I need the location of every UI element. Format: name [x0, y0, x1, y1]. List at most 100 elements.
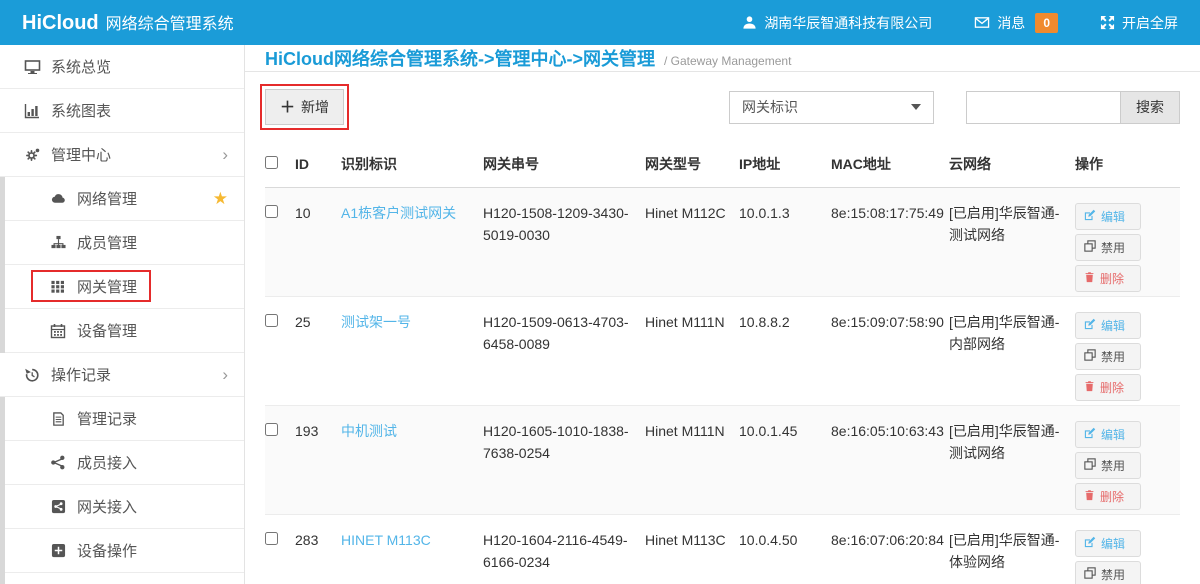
sidebar-item-label: 设备操作: [77, 540, 137, 561]
topbar-right: 湖南华辰智通科技有限公司 消息 0 开启全屏: [742, 13, 1178, 33]
cell-serial: H120-1604-2116-4549-6166-0234: [483, 515, 645, 584]
company-menu[interactable]: 湖南华辰智通科技有限公司: [742, 13, 932, 33]
cell-mac: 8e:16:07:06:20:84: [831, 515, 949, 584]
sidebar-item-system-overview[interactable]: 系统总览: [0, 45, 244, 89]
sitemap-icon: [48, 235, 68, 250]
sidebar-item-gateway-access[interactable]: 网关接入: [5, 485, 244, 529]
brand-name: HiCloud: [22, 12, 99, 35]
breadcrumb-path: HiCloud网络综合管理系统->管理中心->网关管理: [265, 45, 655, 71]
gateway-name-link[interactable]: A1栋客户测试网关: [341, 205, 456, 221]
search-input[interactable]: [966, 91, 1121, 124]
sidebar-item-admin-center[interactable]: 管理中心 ›: [0, 133, 244, 177]
cell-ip: 10.8.8.2: [739, 297, 831, 406]
fullscreen-icon: [1100, 15, 1115, 30]
disable-button[interactable]: 禁用: [1075, 234, 1141, 261]
search-button[interactable]: 搜索: [1120, 91, 1180, 124]
share-square-icon: [48, 499, 68, 514]
table-header-row: ID 识别标识 网关串号 网关型号 IP地址 MAC地址 云网络 操作: [265, 141, 1180, 188]
gateway-name-link[interactable]: HINET M113C: [341, 532, 431, 548]
clone-icon: [1084, 349, 1096, 364]
edit-button-label: 编辑: [1101, 535, 1125, 552]
edit-button-label: 编辑: [1101, 208, 1125, 225]
row-checkbox[interactable]: [265, 205, 278, 218]
row-checkbox[interactable]: [265, 532, 278, 545]
gateway-table-body: 10 A1栋客户测试网关 H120-1508-1209-3430-5019-00…: [265, 188, 1180, 584]
column-header-actions: 操作: [1075, 141, 1180, 188]
search-group: 搜索: [966, 91, 1180, 124]
share-icon: [48, 455, 68, 470]
cell-mac: 8e:15:09:07:58:90: [831, 297, 949, 406]
edit-icon: [1084, 318, 1096, 333]
sidebar-item-system-charts[interactable]: 系统图表: [0, 89, 244, 133]
sidebar-item-network-mgmt[interactable]: 网络管理 ★: [5, 177, 244, 221]
sidebar-item-member-mgmt[interactable]: 成员管理: [5, 221, 244, 265]
add-button[interactable]: ＋ 新增: [265, 89, 344, 125]
select-all-checkbox[interactable]: [265, 156, 278, 169]
delete-button[interactable]: 删除: [1075, 265, 1141, 292]
sidebar-subgroup-admin: 网络管理 ★ 成员管理 网关管理 设备管理: [0, 177, 244, 353]
delete-button[interactable]: 删除: [1075, 483, 1141, 510]
sidebar-item-label: 设备管理: [77, 320, 137, 341]
cell-mac: 8e:16:05:10:63:43: [831, 406, 949, 515]
main-content: HiCloud网络综合管理系统->管理中心->网关管理 / Gateway Ma…: [245, 45, 1200, 584]
disable-button[interactable]: 禁用: [1075, 561, 1141, 584]
column-header-name: 识别标识: [341, 141, 483, 188]
calendar-icon: [48, 323, 68, 339]
delete-button-label: 删除: [1100, 488, 1124, 505]
filter-select[interactable]: 网关标识: [729, 91, 934, 124]
topbar: HiCloud 网络综合管理系统 湖南华辰智通科技有限公司 消息 0 开启全屏: [0, 0, 1200, 45]
messages-count-badge: 0: [1035, 13, 1058, 33]
edit-button[interactable]: 编辑: [1075, 421, 1141, 448]
disable-button[interactable]: 禁用: [1075, 452, 1141, 479]
sidebar-item-member-access[interactable]: 成员接入: [5, 441, 244, 485]
sidebar-item-device-operations[interactable]: 设备操作: [5, 529, 244, 573]
bar-chart-icon: [22, 103, 42, 119]
edit-button[interactable]: 编辑: [1075, 312, 1141, 339]
cell-serial: H120-1605-1010-1838-7638-0254: [483, 406, 645, 515]
disable-button[interactable]: 禁用: [1075, 343, 1141, 370]
cell-model: Hinet M111N: [645, 297, 739, 406]
gateway-name-link[interactable]: 测试架一号: [341, 314, 411, 330]
sidebar-item-label: 操作记录: [51, 364, 111, 385]
edit-icon: [1084, 209, 1096, 224]
table-row: 10 A1栋客户测试网关 H120-1508-1209-3430-5019-00…: [265, 188, 1180, 297]
sidebar-item-label: 网络管理: [77, 188, 137, 209]
grid-icon: [48, 279, 68, 294]
sidebar-item-gateway-mgmt[interactable]: 网关管理: [5, 265, 244, 309]
sidebar-item-device-mgmt[interactable]: 设备管理: [5, 309, 244, 353]
app-logo[interactable]: HiCloud 网络综合管理系统: [22, 10, 234, 35]
delete-button[interactable]: 删除: [1075, 374, 1141, 401]
sidebar: 系统总览 系统图表 管理中心 › 网络管理 ★: [0, 45, 245, 584]
brand-subtitle: 网络综合管理系统: [106, 10, 234, 34]
sidebar-item-label: 系统总览: [51, 56, 111, 77]
cell-model: Hinet M113C: [645, 515, 739, 584]
clone-icon: [1084, 458, 1096, 473]
gears-icon: [22, 147, 42, 163]
edit-button[interactable]: 编辑: [1075, 530, 1141, 557]
row-checkbox[interactable]: [265, 423, 278, 436]
document-icon: [48, 411, 68, 427]
sidebar-item-operation-logs[interactable]: 操作记录 ›: [0, 353, 244, 397]
table-row: 25 测试架一号 H120-1509-0613-4703-6458-0089 H…: [265, 297, 1180, 406]
chevron-right-icon: ›: [222, 146, 228, 163]
cell-id: 10: [295, 188, 341, 297]
cell-serial: H120-1509-0613-4703-6458-0089: [483, 297, 645, 406]
cell-serial: H120-1508-1209-3430-5019-0030: [483, 188, 645, 297]
messages-button[interactable]: 消息 0: [974, 13, 1058, 33]
sidebar-item-admin-logs[interactable]: 管理记录: [5, 397, 244, 441]
cell-ip: 10.0.4.50: [739, 515, 831, 584]
disable-button-label: 禁用: [1101, 239, 1125, 256]
delete-button-label: 删除: [1100, 379, 1124, 396]
disable-button-label: 禁用: [1101, 566, 1125, 583]
sidebar-item-label: 管理中心: [51, 144, 111, 165]
star-icon[interactable]: ★: [213, 190, 228, 207]
gateway-name-link[interactable]: 中机测试: [341, 423, 397, 439]
fullscreen-button[interactable]: 开启全屏: [1100, 13, 1178, 33]
edit-button[interactable]: 编辑: [1075, 203, 1141, 230]
column-header-serial: 网关串号: [483, 141, 645, 188]
cell-ip: 10.0.1.3: [739, 188, 831, 297]
row-checkbox[interactable]: [265, 314, 278, 327]
cell-id: 25: [295, 297, 341, 406]
column-header-id: ID: [295, 141, 341, 188]
cell-network: [已启用]华辰智通-内部网络: [949, 297, 1075, 406]
